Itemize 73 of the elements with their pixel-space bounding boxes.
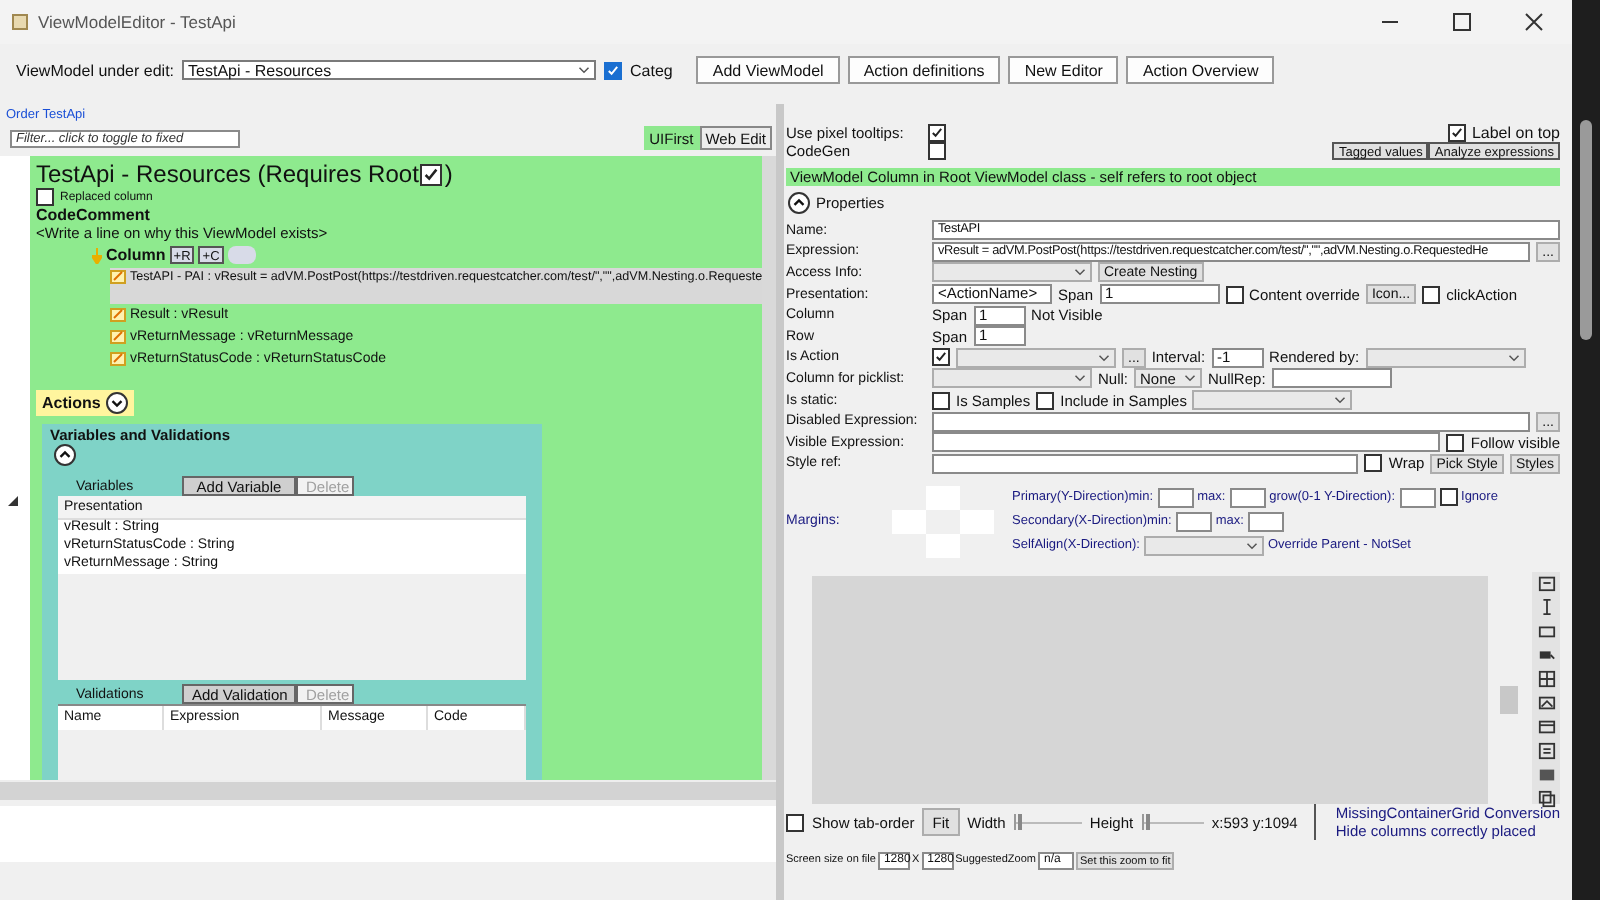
- scrollbar[interactable]: [762, 156, 776, 780]
- checkbox[interactable]: [1364, 454, 1383, 473]
- checkbox[interactable]: [932, 348, 950, 367]
- form-icon[interactable]: [1537, 574, 1555, 593]
- checkbox[interactable]: [1036, 391, 1055, 410]
- scrollbar[interactable]: [1580, 120, 1592, 340]
- window-title: ViewModelEditor - TestApi: [38, 12, 238, 32]
- slider[interactable]: [1013, 814, 1082, 831]
- toolbar-button[interactable]: Action definitions: [847, 56, 1001, 84]
- edit-icon: [110, 270, 126, 284]
- collapse-button[interactable]: [54, 444, 76, 466]
- checkbox-label: Label on top: [1471, 124, 1560, 142]
- app-icon: [12, 14, 28, 30]
- checkbox[interactable]: [1422, 285, 1441, 304]
- text-field[interactable]: [932, 411, 1531, 432]
- slider[interactable]: [1141, 814, 1204, 831]
- scrollbar[interactable]: [0, 780, 776, 800]
- button-icon[interactable]: [1537, 646, 1555, 665]
- maximize-icon[interactable]: [1452, 12, 1472, 32]
- label-icon[interactable]: [1537, 622, 1555, 641]
- collapse-button[interactable]: [788, 192, 810, 214]
- text-field[interactable]: [1271, 368, 1392, 389]
- checkbox[interactable]: [928, 142, 946, 160]
- layers-icon[interactable]: [1537, 790, 1555, 809]
- text-field[interactable]: [1247, 511, 1284, 532]
- text-field[interactable]: [1157, 487, 1194, 508]
- close-icon[interactable]: [1524, 12, 1544, 32]
- field-label: ViewModel under edit:: [16, 61, 175, 79]
- list-icon[interactable]: [1537, 742, 1555, 761]
- toolbar-button[interactable]: Add ViewModel: [696, 56, 840, 84]
- viewmodel-title: ): [444, 160, 453, 188]
- text-field[interactable]: [1229, 487, 1266, 508]
- collapse-button[interactable]: [106, 392, 129, 414]
- text-field[interactable]: [932, 453, 1359, 474]
- text-field[interactable]: [1399, 487, 1436, 508]
- caret-icon: [578, 66, 591, 74]
- toolbar-button[interactable]: Action Overview: [1126, 56, 1275, 84]
- edit-icon: [110, 308, 126, 322]
- checkbox[interactable]: [1439, 488, 1458, 507]
- text-field[interactable]: [1175, 511, 1212, 532]
- checkbox[interactable]: [36, 188, 54, 206]
- caret-icon: [1184, 374, 1197, 383]
- checkbox[interactable]: [604, 61, 623, 79]
- slider-thumb[interactable]: [1146, 814, 1151, 831]
- down-arrow-icon: [92, 247, 102, 263]
- column-label: Column: [106, 246, 166, 264]
- edit-icon: [110, 352, 126, 366]
- checkbox-label: Categ: [630, 61, 673, 79]
- checkbox[interactable]: [1446, 433, 1465, 452]
- checkbox[interactable]: [932, 391, 950, 410]
- actions-label: Actions: [42, 394, 101, 412]
- checkbox[interactable]: [1447, 124, 1466, 142]
- table-icon[interactable]: [1537, 718, 1555, 737]
- slider-thumb[interactable]: [1018, 814, 1023, 831]
- image-icon[interactable]: [1537, 694, 1555, 713]
- checkbox[interactable]: [786, 813, 804, 832]
- checkbox[interactable]: [1225, 285, 1244, 304]
- grid-icon[interactable]: [1537, 670, 1555, 689]
- text-cursor-icon[interactable]: [1537, 598, 1555, 617]
- checkbox[interactable]: [928, 124, 946, 142]
- caret-icon: [1074, 268, 1086, 277]
- toolbar-button[interactable]: New Editor: [1008, 56, 1119, 84]
- viewmodel-title: TestApi - Resources (Requires Root: [36, 160, 419, 188]
- caret-icon: [1334, 396, 1347, 405]
- edit-icon: [110, 330, 126, 344]
- code-comment-label: CodeComment: [36, 206, 152, 224]
- resize-grip-icon: [8, 496, 18, 506]
- viewmodel-dropdown[interactable]: TestApi - Resources: [182, 60, 597, 80]
- checkbox[interactable]: [420, 163, 443, 185]
- panel-icon[interactable]: [1537, 766, 1555, 785]
- caret-icon: [1507, 353, 1520, 362]
- caret-icon: [1245, 541, 1258, 550]
- text-field[interactable]: [932, 432, 1441, 453]
